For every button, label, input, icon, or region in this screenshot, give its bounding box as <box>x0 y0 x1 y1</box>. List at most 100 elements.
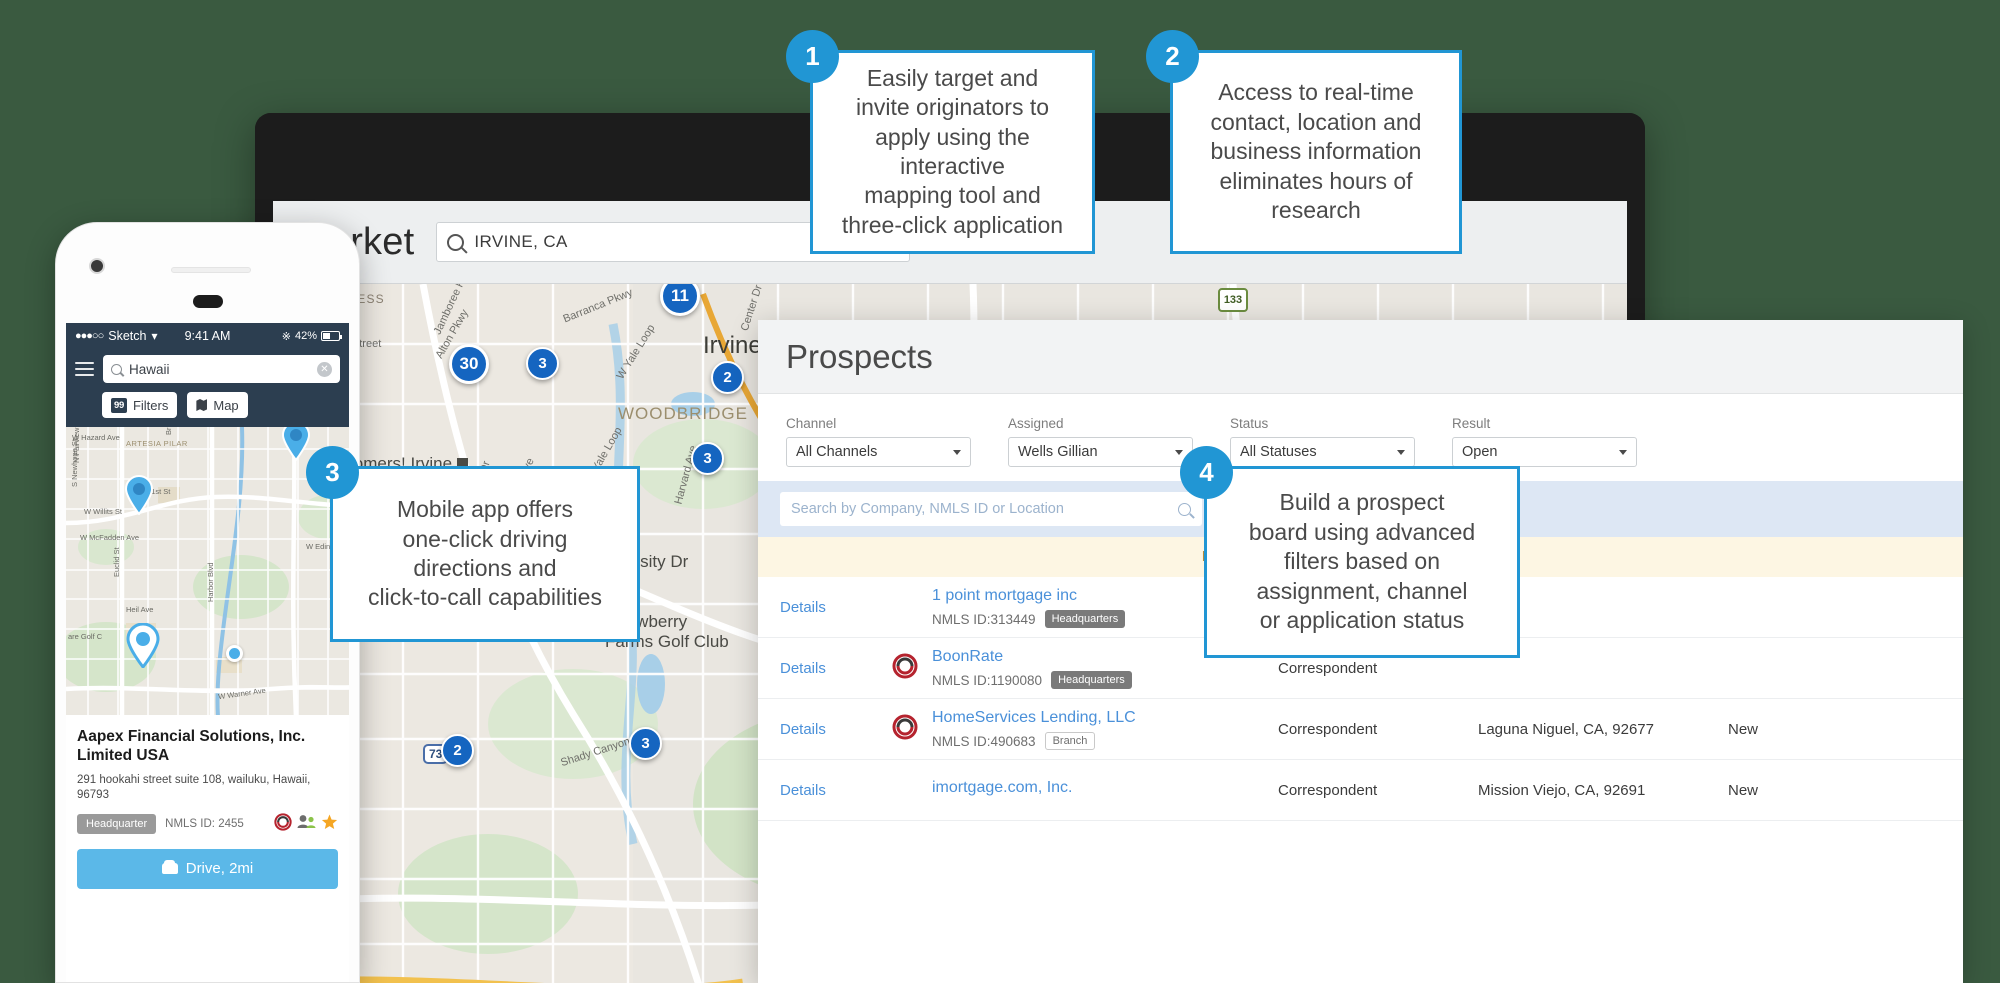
ellie-mae-icon <box>892 653 932 684</box>
map-cluster-pin[interactable]: 3 <box>526 347 559 380</box>
filter-assigned-value: Wells Gillian <box>1018 444 1098 460</box>
callout-1: 1 Easily target and invite originators t… <box>786 30 1095 254</box>
filter-status: Status All Statuses <box>1230 416 1415 467</box>
bluetooth-icon: ※ <box>281 330 291 343</box>
table-row[interactable]: Details HomeServices Lending, LLC NMLS I… <box>758 699 1963 760</box>
callout-text: Mobile app offers one-click driving dire… <box>368 496 602 611</box>
status-right-group: ※ 42% <box>281 330 342 343</box>
details-link[interactable]: Details <box>780 660 892 677</box>
map-pin[interactable] <box>281 427 311 461</box>
map-dot-pin[interactable] <box>226 645 243 662</box>
filter-result-select[interactable]: Open <box>1452 437 1637 467</box>
wifi-icon: ▾ <box>151 329 158 343</box>
chevron-down-icon <box>1175 449 1183 455</box>
company-name-link[interactable]: imortgage.com, Inc. <box>932 778 1278 798</box>
prospects-search-input[interactable]: Search by Company, NMLS ID or Location <box>780 492 1202 526</box>
status-cell: New <box>1728 781 1759 799</box>
filter-channel: Channel All Channels <box>786 416 971 467</box>
business-name: Aapex Financial Solutions, Inc. Limited … <box>77 728 306 764</box>
map-label: Map <box>213 397 239 413</box>
search-icon[interactable] <box>1178 502 1191 516</box>
market-search-value: IRVINE, CA <box>474 232 568 251</box>
battery-percent: 42% <box>294 330 317 342</box>
status-cell: New <box>1728 720 1759 738</box>
location-type-badge: Headquarters <box>1051 671 1132 689</box>
phone-camera-icon <box>89 258 105 274</box>
details-link[interactable]: Details <box>780 782 892 799</box>
phone-map-label: S Newhope St <box>70 439 79 487</box>
chevron-down-icon <box>953 449 961 455</box>
nmls-id: NMLS ID:1190080 <box>932 672 1043 688</box>
people-icon <box>297 814 316 834</box>
phone-map-label: Heil Ave <box>126 605 154 614</box>
phone-screen: ●●●○○ Sketch ▾ 9:41 AM ※ 42% Hawaii ✕ 99… <box>66 323 349 982</box>
company-name-link[interactable]: HomeServices Lending, LLC <box>932 708 1278 728</box>
callout-number-badge: 2 <box>1146 30 1199 83</box>
filter-channel-label: Channel <box>786 416 837 431</box>
location-type-badge: Branch <box>1044 732 1096 750</box>
details-link[interactable]: Details <box>780 721 892 738</box>
map-cluster-pin[interactable]: 30 <box>449 344 489 384</box>
close-icon[interactable]: ✕ <box>317 361 332 377</box>
filter-status-label: Status <box>1230 416 1269 431</box>
map-pin-selected[interactable] <box>126 623 160 668</box>
phone-business-card: Aapex Financial Solutions, Inc. Limited … <box>66 715 349 889</box>
filters-count-badge: 99 <box>111 397 127 413</box>
filter-assigned: Assigned Wells Gillian <box>1008 416 1193 467</box>
phone-search-value: Hawaii <box>129 361 170 377</box>
signal-strength-icon: ●●●○○ <box>75 330 104 342</box>
phone-map-label: ARTESIA PILAR <box>126 439 188 448</box>
company-meta: NMLS ID:1190080 Headquarters <box>932 671 1278 689</box>
phone-map-label: are Golf C <box>68 632 103 641</box>
table-row[interactable]: Details imortgage.com, Inc. Corresponden… <box>758 760 1963 821</box>
callout-text: Easily target and invite originators to … <box>841 64 1064 238</box>
channel-cell: Correspondent <box>1278 659 1378 677</box>
filter-result: Result Open <box>1452 416 1637 467</box>
filter-status-select[interactable]: All Statuses <box>1230 437 1415 467</box>
headquarter-badge: Headquarter <box>77 814 157 835</box>
phone-map-label: W McFadden Ave <box>80 533 140 542</box>
map-icon <box>196 399 208 411</box>
filter-assigned-select[interactable]: Wells Gillian <box>1008 437 1193 467</box>
filters-button[interactable]: 99 Filters <box>102 392 178 418</box>
nmls-id: NMLS ID: 2455 <box>165 818 244 831</box>
phone-map-label: Bristol St <box>164 427 173 435</box>
prospects-title: Prospects <box>786 337 933 375</box>
hamburger-menu-icon[interactable] <box>75 361 94 377</box>
phone-map-label: W Willits St <box>84 507 122 516</box>
phone-map-label: Harbor Blvd <box>206 562 215 602</box>
drive-button-label: Drive, 2mi <box>185 860 254 878</box>
map-pin[interactable] <box>124 475 154 515</box>
prospects-search-placeholder: Search by Company, NMLS ID or Location <box>791 501 1064 517</box>
map-cluster-pin[interactable]: 2 <box>711 361 744 394</box>
callout-number-badge: 1 <box>786 30 839 83</box>
filter-assigned-label: Assigned <box>1008 416 1064 431</box>
search-icon <box>447 233 465 251</box>
location-cell: Mission Viejo, CA, 92691 <box>1478 781 1646 799</box>
phone-search-input[interactable]: Hawaii ✕ <box>103 355 340 383</box>
prospects-header: Prospects <box>758 320 1963 394</box>
nmls-id: NMLS ID:490683 <box>932 733 1036 749</box>
business-meta: Headquarter NMLS ID: 2455 <box>77 813 338 836</box>
map-cluster-pin[interactable]: 3 <box>691 442 724 475</box>
chevron-down-icon <box>1397 449 1405 455</box>
callout-number-badge: 3 <box>306 446 359 499</box>
location-cell: Laguna Niguel, CA, 92677 <box>1478 720 1654 738</box>
ellie-mae-icon <box>892 714 932 745</box>
map-cluster-pin[interactable]: 3 <box>629 727 662 760</box>
phone-sensor <box>193 295 223 308</box>
company-cell: imortgage.com, Inc. <box>932 778 1278 802</box>
chevron-down-icon <box>1619 449 1627 455</box>
phone-mockup: ●●●○○ Sketch ▾ 9:41 AM ※ 42% Hawaii ✕ 99… <box>55 222 360 983</box>
carrier-name: Sketch <box>108 329 147 343</box>
filter-channel-select[interactable]: All Channels <box>786 437 971 467</box>
car-icon <box>161 859 178 875</box>
callout-4: 4 Build a prospect board using advanced … <box>1180 446 1520 658</box>
map-cluster-pin[interactable]: 2 <box>441 734 474 767</box>
status-time: 9:41 AM <box>184 329 231 343</box>
callout-2: 2 Access to real-time contact, location … <box>1146 30 1462 254</box>
map-toggle-button[interactable]: Map <box>187 392 248 418</box>
filter-status-value: All Statuses <box>1240 444 1317 460</box>
details-link[interactable]: Details <box>780 599 892 616</box>
drive-button[interactable]: Drive, 2mi <box>77 848 338 889</box>
